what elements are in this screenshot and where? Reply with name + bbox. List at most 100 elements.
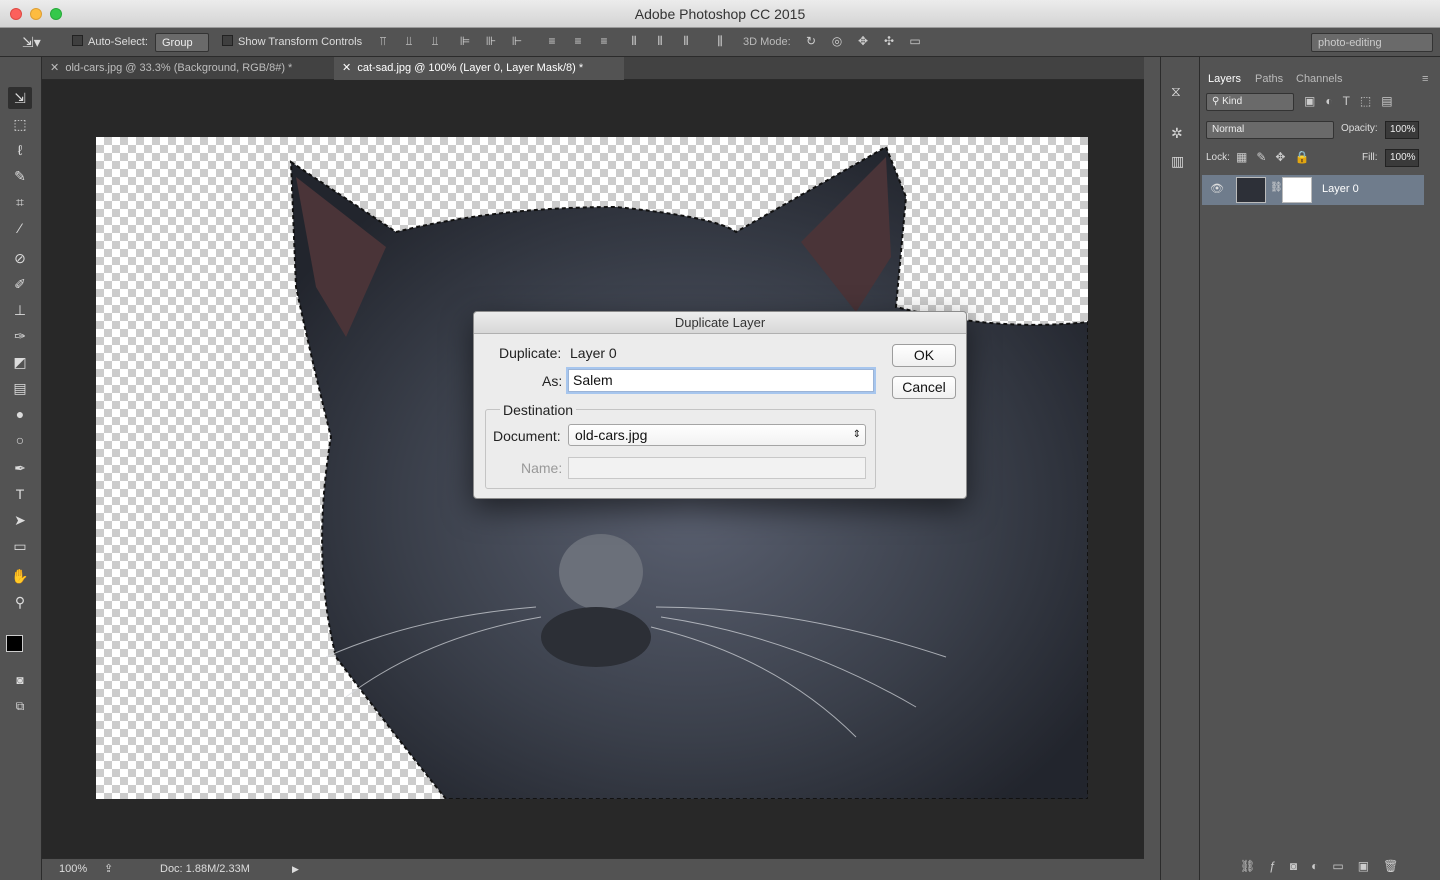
name-label: Name: <box>521 460 563 476</box>
window-title: Adobe Photoshop CC 2015 <box>634 6 806 22</box>
move-tool-preset-icon[interactable]: ⇲▾ <box>22 33 41 52</box>
dodge-tool-icon[interactable]: ○ <box>8 429 32 451</box>
histogram-panel-icon[interactable]: ▥ <box>1171 153 1184 170</box>
link-icon[interactable]: ⛓ <box>1270 182 1283 193</box>
history-brush-tool-icon[interactable]: ✑ <box>8 325 32 347</box>
destination-label: Destination <box>500 402 577 418</box>
distribute-right-icon[interactable]: ⫴ <box>677 33 695 49</box>
layer-row[interactable]: 👁 ⛓ Layer 0 <box>1202 175 1424 205</box>
brush-tool-icon[interactable]: ✐ <box>8 273 32 295</box>
auto-select-label: Auto-Select: <box>88 36 148 48</box>
document-label: Document: <box>493 428 561 444</box>
tab-paths[interactable]: Paths <box>1255 69 1283 89</box>
share-icon[interactable]: ⇪ <box>104 859 113 879</box>
3d-drag-icon[interactable]: ✥ <box>854 33 872 49</box>
fill-field[interactable]: 100% <box>1385 149 1419 167</box>
title-bar: Adobe Photoshop CC 2015 <box>0 0 1440 28</box>
type-tool-icon[interactable]: T <box>8 483 32 505</box>
filter-value: Kind <box>1222 96 1243 107</box>
layer-footer-icons[interactable]: ⛓ƒ◙◐▭▣🗑 <box>1240 859 1412 873</box>
tab-old-cars[interactable]: ✕ old-cars.jpg @ 33.3% (Background, RGB/… <box>42 57 334 80</box>
eyedropper-tool-icon[interactable]: ⁄ <box>8 217 32 239</box>
show-transform-label: Show Transform Controls <box>238 36 363 48</box>
tab-cat-sad[interactable]: ✕ cat-sad.jpg @ 100% (Layer 0, Layer Mas… <box>334 57 624 80</box>
auto-select-checkbox[interactable]: Auto-Select: <box>72 33 148 52</box>
distribute-top-icon[interactable]: ≡ <box>543 33 561 49</box>
tab-channels[interactable]: Channels <box>1296 69 1342 89</box>
doc-size: Doc: 1.88M/2.33M <box>160 863 250 875</box>
marquee-tool-icon[interactable]: ⬚ <box>8 113 32 135</box>
distribute-left-icon[interactable]: ⫴ <box>625 33 643 49</box>
layers-panel: Layers Paths Channels ≡ ⚲ Kind ▣◐T⬚▤ Nor… <box>1200 57 1440 880</box>
lasso-tool-icon[interactable]: ℓ <box>8 139 32 161</box>
lock-icons[interactable]: ▦✎✥🔒 <box>1236 150 1318 164</box>
layer-mask-thumbnail[interactable] <box>1282 177 1312 203</box>
quick-selection-tool-icon[interactable]: ✎ <box>8 165 32 187</box>
adjustments-panel-icon[interactable]: ✲ <box>1171 125 1183 142</box>
3d-scale-icon[interactable]: ▭ <box>906 33 924 49</box>
zoom-level[interactable]: 100% <box>59 859 87 879</box>
document-tabs: ✕ old-cars.jpg @ 33.3% (Background, RGB/… <box>42 57 1144 80</box>
distribute-bottom-icon[interactable]: ≡ <box>595 33 613 49</box>
fill-label: Fill: <box>1362 152 1378 163</box>
ok-button[interactable]: OK <box>892 344 956 367</box>
zoom-tool-icon[interactable]: ⚲ <box>8 591 32 613</box>
3d-rotate-icon[interactable]: ↻ <box>802 33 820 49</box>
distribute-hcenter-icon[interactable]: ⫴ <box>651 33 669 49</box>
panel-menu-icon[interactable]: ≡ <box>1422 69 1428 89</box>
foreground-color-swatch[interactable] <box>6 635 23 652</box>
panel-dock-strip: ⧖ ✲ ▥ <box>1160 57 1200 880</box>
eraser-tool-icon[interactable]: ◩ <box>8 351 32 373</box>
name-input <box>568 457 866 479</box>
crop-tool-icon[interactable]: ⌗ <box>8 191 32 213</box>
document-value: old-cars.jpg <box>575 427 648 443</box>
auto-select-dropdown[interactable]: Group ⇕ <box>155 33 209 68</box>
align-right-icon[interactable]: ⊩ <box>508 33 526 49</box>
blend-mode-value: Normal <box>1212 124 1245 135</box>
opacity-label: Opacity: <box>1341 123 1378 134</box>
dialog-title: Duplicate Layer <box>474 312 966 334</box>
zoom-window-button[interactable] <box>50 8 62 20</box>
minimize-window-button[interactable] <box>30 8 42 20</box>
distribute-vcenter-icon[interactable]: ≡ <box>569 33 587 49</box>
move-tool-icon[interactable]: ⇲ <box>8 87 32 109</box>
workspace-value: photo-editing <box>1318 37 1382 49</box>
show-transform-checkbox[interactable]: Show Transform Controls <box>222 33 362 52</box>
as-label: As: <box>542 373 563 389</box>
cancel-button[interactable]: Cancel <box>892 376 956 399</box>
history-panel-icon[interactable]: ⧖ <box>1171 83 1181 100</box>
blend-mode-dropdown[interactable]: Normal <box>1206 121 1334 139</box>
document-dropdown[interactable]: old-cars.jpg ⇕ <box>568 424 866 446</box>
workspace-dropdown[interactable]: photo-editing <box>1311 33 1433 52</box>
status-bar: 100% ⇪ Doc: 1.88M/2.33M ▶ <box>42 858 1144 880</box>
duplicate-value: Layer 0 <box>570 345 617 361</box>
align-vcenter-icon[interactable]: ⫫ <box>400 33 418 49</box>
filter-icons[interactable]: ▣◐T⬚▤ <box>1304 94 1403 108</box>
healing-brush-tool-icon[interactable]: ⊘ <box>8 247 32 269</box>
align-top-icon[interactable]: ⫪ <box>374 33 392 49</box>
path-selection-tool-icon[interactable]: ➤ <box>8 509 32 531</box>
opacity-field[interactable]: 100% <box>1385 121 1419 139</box>
layer-filter-dropdown[interactable]: ⚲ Kind <box>1206 93 1294 111</box>
status-menu-arrow-icon[interactable]: ▶ <box>292 859 299 879</box>
as-input[interactable]: Salem <box>568 369 874 392</box>
align-hcenter-icon[interactable]: ⊪ <box>482 33 500 49</box>
align-bottom-icon[interactable]: ⫫ <box>426 33 444 49</box>
pen-tool-icon[interactable]: ✒ <box>8 457 32 479</box>
hand-tool-icon[interactable]: ✋ <box>8 565 32 587</box>
visibility-eye-icon[interactable]: 👁 <box>1210 182 1224 195</box>
auto-align-icon[interactable]: ⫼ <box>711 33 729 49</box>
align-left-icon[interactable]: ⊫ <box>456 33 474 49</box>
auto-select-value: Group <box>162 37 193 49</box>
rectangle-tool-icon[interactable]: ▭ <box>8 535 32 557</box>
3d-slide-icon[interactable]: ✣ <box>880 33 898 49</box>
tab-layers[interactable]: Layers <box>1202 69 1248 89</box>
layer-name[interactable]: Layer 0 <box>1322 183 1359 195</box>
3d-roll-icon[interactable]: ◎ <box>828 33 846 49</box>
screen-mode-icon[interactable]: ⧉ <box>8 695 32 717</box>
quick-mask-icon[interactable]: ◙ <box>8 669 32 691</box>
clone-stamp-tool-icon[interactable]: ⊥ <box>8 299 32 321</box>
gradient-tool-icon[interactable]: ▤ <box>8 377 32 399</box>
close-window-button[interactable] <box>10 8 22 20</box>
blur-tool-icon[interactable]: ● <box>8 403 32 425</box>
